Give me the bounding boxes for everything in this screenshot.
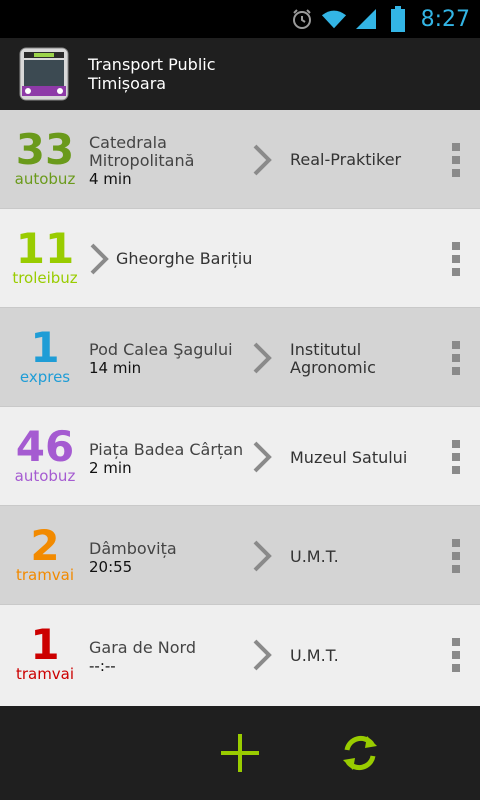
- stop-info: Pod Calea Şagului 14 min: [89, 340, 249, 378]
- destination: Real-Praktiker: [290, 150, 402, 169]
- app-title-line1: Transport Public: [88, 55, 216, 74]
- line-type: tramvai: [15, 665, 75, 683]
- refresh-button[interactable]: [337, 730, 383, 776]
- list-item[interactable]: 46 autobuz Piața Badea Cârțan 2 min Muze…: [0, 407, 480, 506]
- overflow-menu-icon[interactable]: [450, 341, 462, 375]
- stop-info: Catedrala Mitropolitană 4 min: [89, 133, 249, 189]
- list-item[interactable]: 1 expres Pod Calea Şagului 14 min Instit…: [0, 308, 480, 407]
- chevron-right-icon: [90, 243, 109, 275]
- overflow-menu-icon[interactable]: [450, 440, 462, 474]
- app-title: Transport Public Timișoara: [88, 55, 216, 93]
- line-badge: 33 autobuz: [0, 110, 90, 209]
- line-type: troleibuz: [12, 269, 78, 287]
- stop-name: Dâmbovița: [89, 539, 177, 558]
- line-number: 1: [30, 620, 60, 669]
- list-item[interactable]: 11 troleibuz Gheorghe Barițiu: [0, 209, 480, 308]
- line-number: 33: [15, 125, 75, 174]
- list-item[interactable]: 2 tramvai Dâmbovița 20:55 U.M.T.: [0, 506, 480, 605]
- stop-name: Gara de Nord: [89, 638, 196, 657]
- overflow-menu-icon[interactable]: [450, 539, 462, 573]
- chevron-right-icon: [253, 441, 272, 473]
- arrival-time: 2 min: [89, 459, 132, 477]
- list-item[interactable]: 1 tramvai Gara de Nord --:-- U.M.T.: [0, 605, 480, 706]
- stop-name: Piața Badea Cârțan: [89, 440, 244, 459]
- battery-icon: [385, 6, 411, 32]
- line-type: autobuz: [14, 467, 76, 485]
- overflow-menu-icon[interactable]: [450, 638, 462, 672]
- plus-icon: [221, 734, 259, 772]
- chevron-right-icon: [253, 639, 272, 671]
- stop-info: Gara de Nord --:--: [89, 638, 249, 676]
- arrival-time: 4 min: [89, 170, 132, 188]
- stop-name: Pod Calea Şagului: [89, 340, 233, 359]
- overflow-menu-icon[interactable]: [450, 143, 462, 177]
- line-number: 46: [15, 422, 75, 471]
- arrival-time: 14 min: [89, 359, 142, 377]
- line-number: 2: [30, 521, 60, 570]
- line-badge: 2 tramvai: [0, 506, 90, 605]
- stop-name: Catedrala Mitropolitană: [89, 133, 195, 170]
- signal-icon: [353, 6, 379, 32]
- stop-info: Dâmbovița 20:55: [89, 539, 249, 577]
- line-number: 1: [30, 323, 60, 372]
- chevron-right-icon: [253, 342, 272, 374]
- line-type: autobuz: [14, 170, 76, 188]
- line-badge: 46 autobuz: [0, 407, 90, 506]
- arrival-time: --:--: [89, 657, 116, 675]
- destination: U.M.T.: [290, 646, 339, 665]
- stop-info: Piața Badea Cârțan 2 min: [89, 440, 249, 478]
- stop-name: Gheorghe Barițiu: [116, 249, 253, 268]
- line-badge: 1 expres: [0, 308, 90, 407]
- destination: Institutul Agronomic: [290, 340, 376, 377]
- stops-list: 33 autobuz Catedrala Mitropolitană 4 min…: [0, 110, 480, 706]
- bottom-action-bar: [0, 706, 480, 800]
- action-bar: Transport Public Timișoara: [0, 38, 480, 110]
- line-number: 11: [15, 224, 75, 273]
- clock-time: 8:27: [420, 6, 470, 32]
- arrival-time: 20:55: [89, 558, 133, 576]
- wifi-icon: [321, 6, 347, 32]
- destination: U.M.T.: [290, 547, 339, 566]
- chevron-right-icon: [253, 144, 272, 176]
- refresh-icon: [343, 735, 377, 771]
- line-badge: 11 troleibuz: [0, 209, 90, 308]
- chevron-right-icon: [253, 540, 272, 572]
- app-title-line2: Timișoara: [88, 74, 167, 93]
- overflow-menu-icon[interactable]: [450, 242, 462, 276]
- status-bar: 8:27: [0, 0, 480, 38]
- destination: Muzeul Satului: [290, 448, 408, 467]
- line-badge: 1 tramvai: [0, 605, 90, 704]
- line-type: tramvai: [15, 566, 75, 584]
- bus-app-icon[interactable]: [18, 46, 70, 102]
- list-item[interactable]: 33 autobuz Catedrala Mitropolitană 4 min…: [0, 110, 480, 209]
- line-type: expres: [19, 368, 71, 386]
- add-button[interactable]: [217, 730, 263, 776]
- alarm-icon: [289, 6, 315, 32]
